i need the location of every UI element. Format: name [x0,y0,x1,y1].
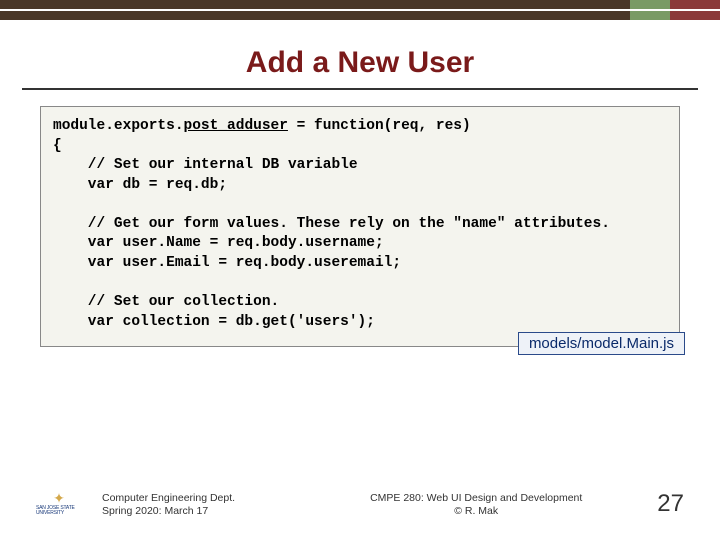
slide-footer: ✦ SAN JOSE STATE UNIVERSITY Computer Eng… [0,488,720,518]
code-line: var collection = db.get('users'); [53,313,667,333]
code-line: = function(req, res) [288,118,471,134]
code-line: // Get our form values. These rely on th… [53,215,667,235]
code-line [53,274,667,294]
code-block: module.exports.post_adduser = function(r… [40,106,680,347]
code-line: { [53,137,667,157]
page-number: 27 [657,490,684,518]
slide-title: Add a New User [0,46,720,80]
course-line: © R. Mak [295,505,657,518]
decorative-top-bars [0,0,720,20]
code-line: var db = req.db; [53,176,667,196]
course-info: CMPE 280: Web UI Design and Development … [295,492,657,518]
code-line [53,195,667,215]
dept-line: Spring 2020: March 17 [102,505,235,518]
code-line: // Set our collection. [53,293,667,313]
title-underline [22,88,698,90]
course-line: CMPE 280: Web UI Design and Development [295,492,657,505]
code-line: module.exports. [53,118,184,134]
department-info: Computer Engineering Dept. Spring 2020: … [102,492,235,518]
dept-line: Computer Engineering Dept. [102,492,235,505]
logo-university-name: SAN JOSE STATE UNIVERSITY [36,506,82,516]
code-line: var user.Email = req.body.useremail; [53,254,667,274]
logo-star-icon: ✦ [53,491,65,505]
university-logo: ✦ SAN JOSE STATE UNIVERSITY [36,488,82,518]
file-path-label: models/model.Main.js [518,332,685,355]
code-function-name: post_adduser [184,118,288,134]
code-line: var user.Name = req.body.username; [53,234,667,254]
code-line: // Set our internal DB variable [53,156,667,176]
